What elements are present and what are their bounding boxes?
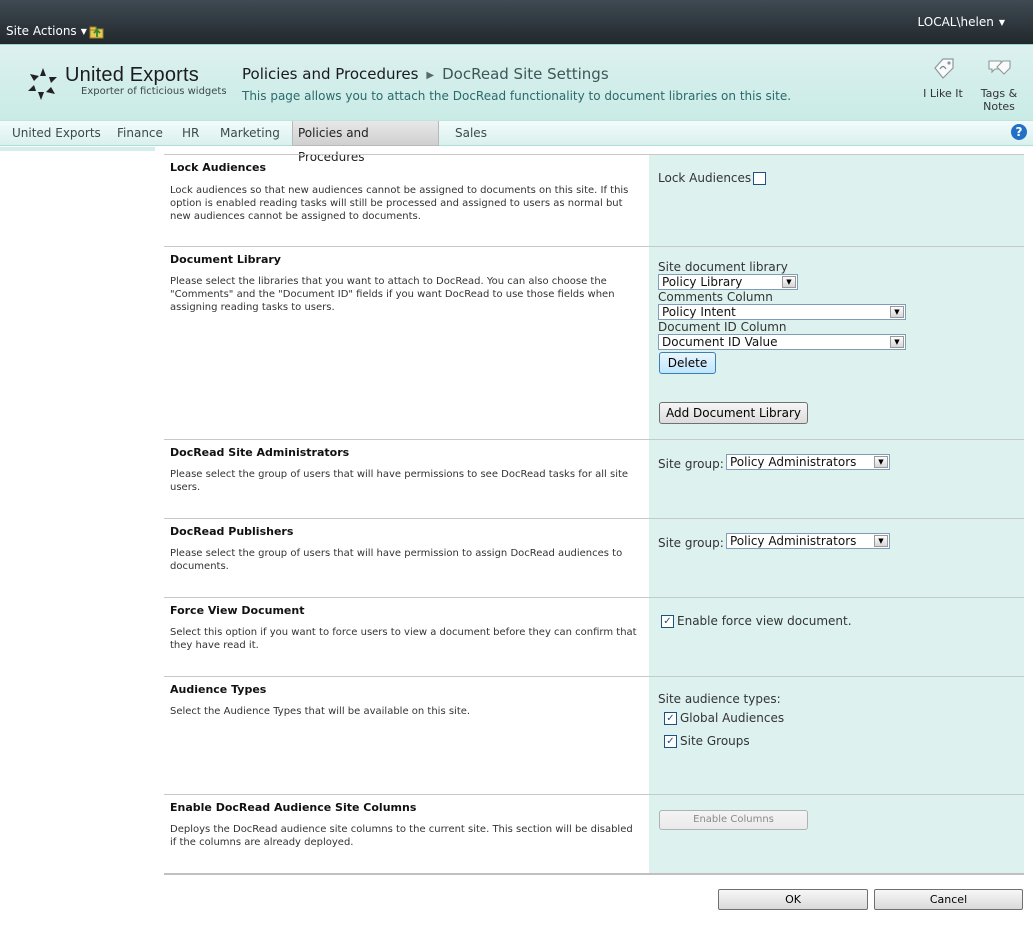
chevron-down-icon: ▼ bbox=[998, 18, 1005, 27]
tags-notes-button[interactable]: Tags & Notes bbox=[975, 55, 1023, 113]
i-like-it-button[interactable]: I Like It bbox=[920, 55, 966, 100]
section-title: Audience Types bbox=[170, 683, 267, 696]
comments-column-select[interactable]: Policy Intent ▼ bbox=[658, 304, 906, 320]
tags-notes-label-line1: Tags & bbox=[980, 87, 1018, 100]
site-subtitle: Exporter of ficticious widgets bbox=[81, 86, 227, 97]
section-title: Enable DocRead Audience Site Columns bbox=[170, 801, 417, 814]
site-actions-menu[interactable]: Site Actions ▼ bbox=[6, 24, 87, 38]
tags-notes-icon bbox=[988, 60, 1011, 75]
administrators-group-select[interactable]: Policy Administrators ▼ bbox=[726, 454, 890, 470]
section-description: Select the Audience Types that will be a… bbox=[170, 706, 471, 717]
document-id-column-label: Document ID Column bbox=[658, 320, 787, 334]
site-group-label: Site group: bbox=[658, 457, 724, 471]
ribbon-bar: Site Actions ▼ LOCAL\helen ▼ bbox=[0, 0, 1033, 44]
section-description: Deploys the DocRead audience site column… bbox=[170, 824, 633, 848]
site-document-library-label: Site document library bbox=[658, 260, 788, 274]
site-actions-label: Site Actions bbox=[6, 24, 77, 38]
top-navigation: United Exports Finance HR Marketing Poli… bbox=[0, 120, 1033, 164]
nav-item-finance[interactable]: Finance bbox=[112, 121, 168, 146]
tags-notes-label-line2: Notes bbox=[983, 100, 1015, 113]
section-title: Document Library bbox=[170, 253, 281, 266]
administrators-group-value: Policy Administrators bbox=[730, 455, 857, 469]
quick-launch-strip bbox=[0, 147, 155, 151]
site-document-library-value: Policy Library bbox=[662, 275, 743, 289]
breadcrumb-parent-link[interactable]: Policies and Procedures bbox=[242, 65, 418, 83]
section-audience-types: Audience Types Select the Audience Types… bbox=[164, 676, 1024, 794]
publishers-group-select[interactable]: Policy Administrators ▼ bbox=[726, 533, 890, 549]
force-view-label: Enable force view document. bbox=[677, 614, 852, 628]
title-area: United Exports Exporter of ficticious wi… bbox=[0, 44, 1033, 120]
lock-audiences-checkbox[interactable] bbox=[753, 172, 766, 185]
site-title[interactable]: United Exports bbox=[65, 64, 199, 87]
nav-item-policies-and-procedures[interactable]: Policies and Procedures bbox=[292, 121, 439, 164]
dropdown-arrow-icon: ▼ bbox=[890, 306, 904, 318]
site-groups-label: Site Groups bbox=[680, 734, 750, 748]
page-title: DocRead Site Settings bbox=[442, 65, 609, 83]
document-id-column-select[interactable]: Document ID Value ▼ bbox=[658, 334, 906, 350]
section-title: DocRead Site Administrators bbox=[170, 446, 350, 459]
dropdown-arrow-icon: ▼ bbox=[782, 276, 796, 288]
enable-columns-button[interactable]: Enable Columns bbox=[659, 810, 808, 830]
chevron-down-icon: ▼ bbox=[80, 27, 87, 36]
help-icon[interactable]: ? bbox=[1011, 124, 1027, 140]
nav-item-united-exports[interactable]: United Exports bbox=[7, 121, 106, 146]
site-group-label: Site group: bbox=[658, 536, 724, 550]
section-document-library: Document Library Please select the libra… bbox=[164, 246, 1024, 439]
page-description: This page allows you to attach the DocRe… bbox=[242, 89, 792, 103]
nav-item-hr[interactable]: HR bbox=[177, 121, 204, 146]
section-description: Select this option if you want to force … bbox=[170, 627, 637, 651]
section-lock-audiences: Lock Audiences Lock audiences so that ne… bbox=[164, 154, 1024, 246]
dropdown-arrow-icon: ▼ bbox=[874, 456, 888, 468]
section-title: Force View Document bbox=[170, 604, 305, 617]
site-document-library-select[interactable]: Policy Library ▼ bbox=[658, 274, 798, 290]
section-description: Please select the group of users that wi… bbox=[170, 548, 623, 572]
like-tag-icon bbox=[934, 58, 954, 79]
section-title: DocRead Publishers bbox=[170, 525, 294, 538]
global-audiences-checkbox[interactable]: ✓ bbox=[664, 712, 677, 725]
navigate-up-icon[interactable] bbox=[89, 25, 105, 39]
dropdown-arrow-icon: ▼ bbox=[874, 535, 888, 547]
section-enable-site-columns: Enable DocRead Audience Site Columns Dep… bbox=[164, 794, 1024, 873]
section-publishers: DocRead Publishers Please select the gro… bbox=[164, 518, 1024, 597]
section-title: Lock Audiences bbox=[170, 161, 267, 174]
dropdown-arrow-icon: ▼ bbox=[890, 336, 904, 348]
site-groups-checkbox[interactable]: ✓ bbox=[664, 735, 677, 748]
add-document-library-button[interactable]: Add Document Library bbox=[659, 402, 808, 424]
ok-button[interactable]: OK bbox=[718, 889, 868, 910]
form-divider bbox=[164, 873, 1024, 875]
publishers-group-value: Policy Administrators bbox=[730, 534, 857, 548]
section-force-view-document: Force View Document Select this option i… bbox=[164, 597, 1024, 676]
site-audience-types-label: Site audience types: bbox=[658, 692, 781, 706]
breadcrumb: Policies and Procedures ▶ DocRead Site Set… bbox=[242, 65, 609, 83]
document-id-column-value: Document ID Value bbox=[662, 335, 778, 349]
logo-icon[interactable] bbox=[26, 67, 60, 101]
delete-button[interactable]: Delete bbox=[659, 352, 716, 374]
cancel-button[interactable]: Cancel bbox=[874, 889, 1023, 910]
breadcrumb-arrow-icon: ▶ bbox=[426, 70, 435, 81]
global-audiences-label: Global Audiences bbox=[680, 711, 785, 725]
section-description: Lock audiences so that new audiences can… bbox=[170, 185, 629, 222]
user-menu[interactable]: LOCAL\helen ▼ bbox=[918, 15, 1006, 29]
i-like-it-label: I Like It bbox=[923, 87, 963, 100]
section-description: Please select the group of users that wi… bbox=[170, 469, 629, 493]
settings-form: Lock Audiences Lock audiences so that ne… bbox=[164, 154, 1024, 873]
section-site-administrators: DocRead Site Administrators Please selec… bbox=[164, 439, 1024, 518]
force-view-checkbox[interactable]: ✓ bbox=[661, 615, 674, 628]
nav-item-marketing[interactable]: Marketing bbox=[215, 121, 285, 146]
lock-audiences-label: Lock Audiences bbox=[658, 171, 752, 185]
comments-column-label: Comments Column bbox=[658, 290, 773, 304]
nav-item-sales[interactable]: Sales bbox=[450, 121, 492, 146]
user-name: LOCAL\helen bbox=[917, 15, 994, 29]
comments-column-value: Policy Intent bbox=[662, 305, 736, 319]
section-description: Please select the libraries that you wan… bbox=[170, 276, 615, 313]
